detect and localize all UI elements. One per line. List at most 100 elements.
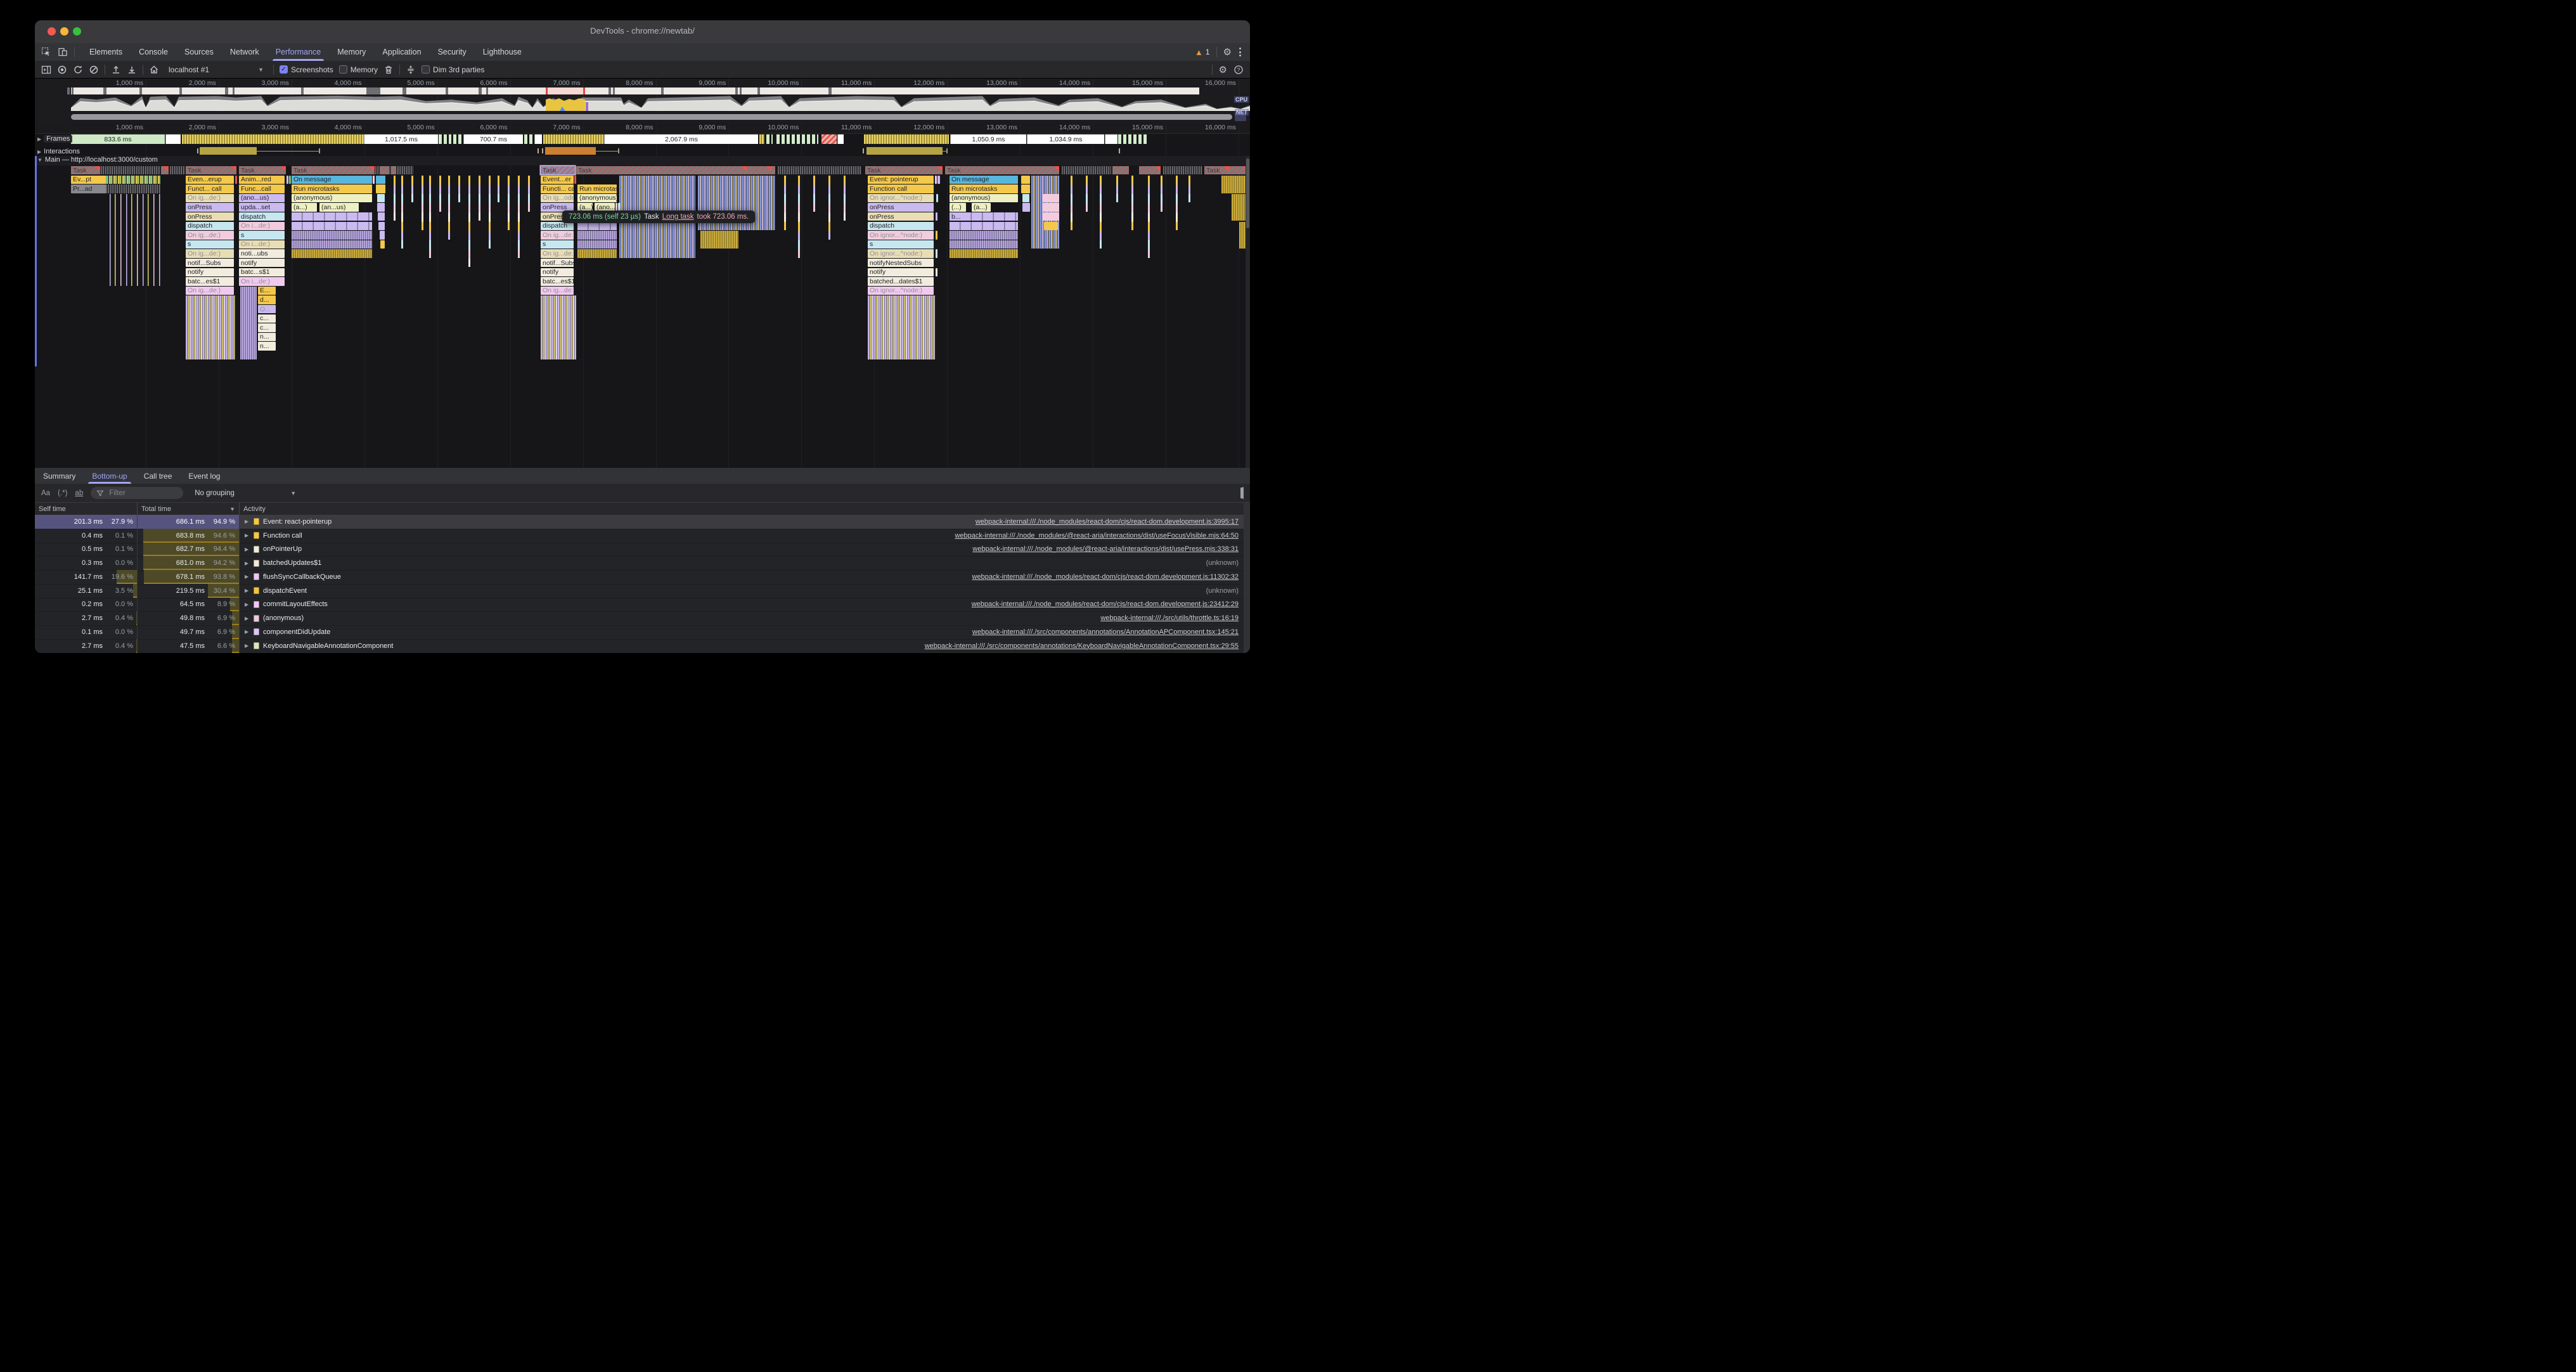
inspect-icon[interactable] bbox=[41, 47, 51, 57]
flame-frame[interactable]: On ig...de:) bbox=[186, 194, 234, 202]
flame-frame[interactable]: notif...Subs bbox=[541, 259, 574, 267]
flame-frame[interactable]: On ignor...^node:) bbox=[868, 287, 934, 295]
flame-frame[interactable]: E... bbox=[258, 287, 276, 295]
flame-frame[interactable] bbox=[235, 176, 237, 184]
column-header-activity[interactable]: Activity bbox=[240, 503, 1250, 515]
upload-icon[interactable] bbox=[111, 65, 121, 75]
flame-frame[interactable]: notify bbox=[868, 268, 934, 276]
table-row[interactable]: 201.3 ms27.9 %686.1 ms94.9 %▶Event: reac… bbox=[35, 515, 1244, 529]
dim-3rd-parties-checkbox[interactable]: Dim 3rd parties bbox=[422, 65, 484, 74]
toggle-sidebar-icon[interactable] bbox=[41, 65, 51, 75]
interaction-bar[interactable] bbox=[545, 147, 596, 155]
screenshots-filmstrip[interactable] bbox=[71, 87, 1199, 94]
frame-block[interactable] bbox=[524, 134, 533, 144]
flame-frame[interactable] bbox=[574, 176, 576, 184]
home-icon[interactable] bbox=[149, 65, 159, 75]
flame-frame[interactable] bbox=[289, 176, 291, 184]
frame-block[interactable]: 1,050.9 ms bbox=[950, 134, 1026, 144]
flame-frame[interactable]: notif...Subs bbox=[186, 259, 234, 267]
details-tab-call-tree[interactable]: Call tree bbox=[136, 468, 181, 484]
flame-frame[interactable]: dispatch bbox=[239, 212, 285, 221]
flame-frame[interactable]: On ig...de:) bbox=[186, 287, 234, 295]
filter-input-container[interactable] bbox=[91, 487, 183, 499]
flame-frame[interactable] bbox=[1021, 184, 1030, 193]
flame-frame[interactable]: On i...de:) bbox=[239, 222, 285, 230]
device-toolbar-icon[interactable] bbox=[58, 47, 68, 57]
frames-track-label[interactable]: ▶ Frames bbox=[37, 135, 72, 143]
flame-frame[interactable]: Functi... call bbox=[541, 184, 574, 193]
filter-input[interactable] bbox=[108, 489, 167, 498]
flame-task[interactable]: Task bbox=[945, 166, 1059, 174]
flame-frame[interactable]: On ignor...^node:) bbox=[868, 249, 934, 257]
tab-security[interactable]: Security bbox=[430, 43, 475, 61]
flame-frame[interactable]: (anonymous) bbox=[577, 194, 617, 202]
flame-frame[interactable]: s bbox=[868, 240, 934, 249]
flame-frame[interactable]: s bbox=[239, 231, 285, 239]
flame-frame[interactable] bbox=[1022, 194, 1029, 202]
flame-frame[interactable]: notify bbox=[239, 259, 285, 267]
flame-frame[interactable]: Ev...pt bbox=[71, 176, 106, 184]
flame-frame[interactable]: batc...es$1 bbox=[541, 277, 574, 285]
activity-source-link[interactable]: webpack-internal:///./src/components/ann… bbox=[925, 642, 1239, 650]
flame-frame[interactable]: (an...us) bbox=[319, 203, 359, 211]
flame-frame[interactable]: d... bbox=[258, 295, 276, 304]
frame-block[interactable] bbox=[837, 134, 844, 144]
flame-frame[interactable]: (a...) bbox=[292, 203, 317, 211]
flame-frame[interactable]: Funct... call bbox=[186, 184, 234, 193]
tooltip-long-task-link[interactable]: Long task bbox=[662, 213, 694, 221]
flame-frame[interactable]: notify bbox=[541, 268, 574, 276]
frame-block[interactable] bbox=[1105, 134, 1117, 144]
flame-frame[interactable]: n... bbox=[258, 333, 276, 341]
flame-task-selected[interactable]: Task bbox=[541, 166, 575, 174]
table-row[interactable]: 0.2 ms0.0 %64.5 ms8.9 %▶commitLayoutEffe… bbox=[35, 598, 1244, 612]
table-row[interactable]: 0.4 ms0.1 %683.8 ms94.6 %▶Function callw… bbox=[35, 529, 1244, 543]
frame-block[interactable] bbox=[766, 134, 773, 144]
disclosure-right-icon[interactable]: ▶ bbox=[245, 547, 250, 552]
timeline-detail[interactable]: 1,000 ms2,000 ms3,000 ms4,000 ms5,000 ms… bbox=[35, 122, 1250, 468]
disclosure-right-icon[interactable]: ▶ bbox=[245, 533, 250, 538]
flame-frame[interactable]: onPress bbox=[868, 203, 934, 211]
record-icon[interactable] bbox=[57, 65, 67, 75]
frame-block[interactable]: 1,017.5 ms bbox=[364, 134, 438, 144]
details-tab-bottom-up[interactable]: Bottom-up bbox=[84, 468, 135, 484]
flame-frame[interactable]: dispatch bbox=[186, 222, 234, 230]
flame-frame[interactable]: On ig...de:) bbox=[186, 249, 234, 257]
flame-frame[interactable]: On ig...de:) bbox=[541, 231, 574, 239]
frame-block[interactable]: 833.6 ms bbox=[71, 134, 165, 144]
activity-source-link[interactable]: webpack-internal:///./node_modules/react… bbox=[972, 573, 1239, 581]
flame-frame[interactable]: batc...es$1 bbox=[186, 277, 234, 285]
flame-frame[interactable]: Event: pointerup bbox=[868, 176, 934, 184]
flame-frame[interactable]: On ig...de:) bbox=[541, 249, 574, 257]
flame-frame[interactable]: O... bbox=[258, 305, 276, 313]
download-icon[interactable] bbox=[127, 65, 137, 75]
flame-frame[interactable]: On ignor...^node:) bbox=[868, 194, 934, 202]
flame-task[interactable]: Task bbox=[865, 166, 943, 174]
memory-checkbox[interactable]: Memory bbox=[339, 65, 378, 74]
disclosure-right-icon[interactable]: ▶ bbox=[245, 602, 250, 607]
column-header-self-time[interactable]: Self time bbox=[35, 503, 138, 515]
table-row[interactable]: 2.7 ms0.4 %49.8 ms6.9 %▶(anonymous)webpa… bbox=[35, 611, 1244, 626]
flame-frame[interactable]: On ig...ode:) bbox=[541, 194, 574, 202]
garbage-icon[interactable] bbox=[383, 65, 394, 75]
regex-button[interactable]: (.*) bbox=[58, 489, 67, 497]
frame-block[interactable] bbox=[534, 134, 542, 144]
flame-frame[interactable]: On ig...de:) bbox=[541, 287, 574, 295]
flame-frame[interactable]: notifyNestedSubs bbox=[868, 259, 934, 267]
flame-frame[interactable]: (anonymous) bbox=[950, 194, 1018, 202]
flame-frame[interactable] bbox=[376, 184, 385, 193]
flame-task[interactable] bbox=[380, 166, 389, 174]
flame-frame[interactable]: onPress bbox=[186, 203, 234, 211]
flame-frame[interactable] bbox=[376, 176, 385, 184]
flame-frame[interactable]: upda...set bbox=[239, 203, 285, 211]
timeline-overview[interactable]: 1,000 ms2,000 ms3,000 ms4,000 ms5,000 ms… bbox=[35, 79, 1250, 122]
frame-block[interactable] bbox=[439, 134, 451, 144]
flame-frame[interactable]: Run microtasks bbox=[950, 184, 1018, 193]
flame-task[interactable] bbox=[391, 166, 396, 174]
flame-frame[interactable]: Run microtasks bbox=[292, 184, 372, 193]
flame-scrollbar[interactable] bbox=[1246, 156, 1250, 468]
flame-frame[interactable]: onPress bbox=[868, 212, 934, 221]
table-scrollbar[interactable] bbox=[1244, 503, 1250, 653]
flame-task[interactable]: Task bbox=[239, 166, 286, 174]
flame-frame[interactable] bbox=[1022, 203, 1030, 211]
frame-block[interactable]: 2,067.9 ms bbox=[604, 134, 758, 144]
